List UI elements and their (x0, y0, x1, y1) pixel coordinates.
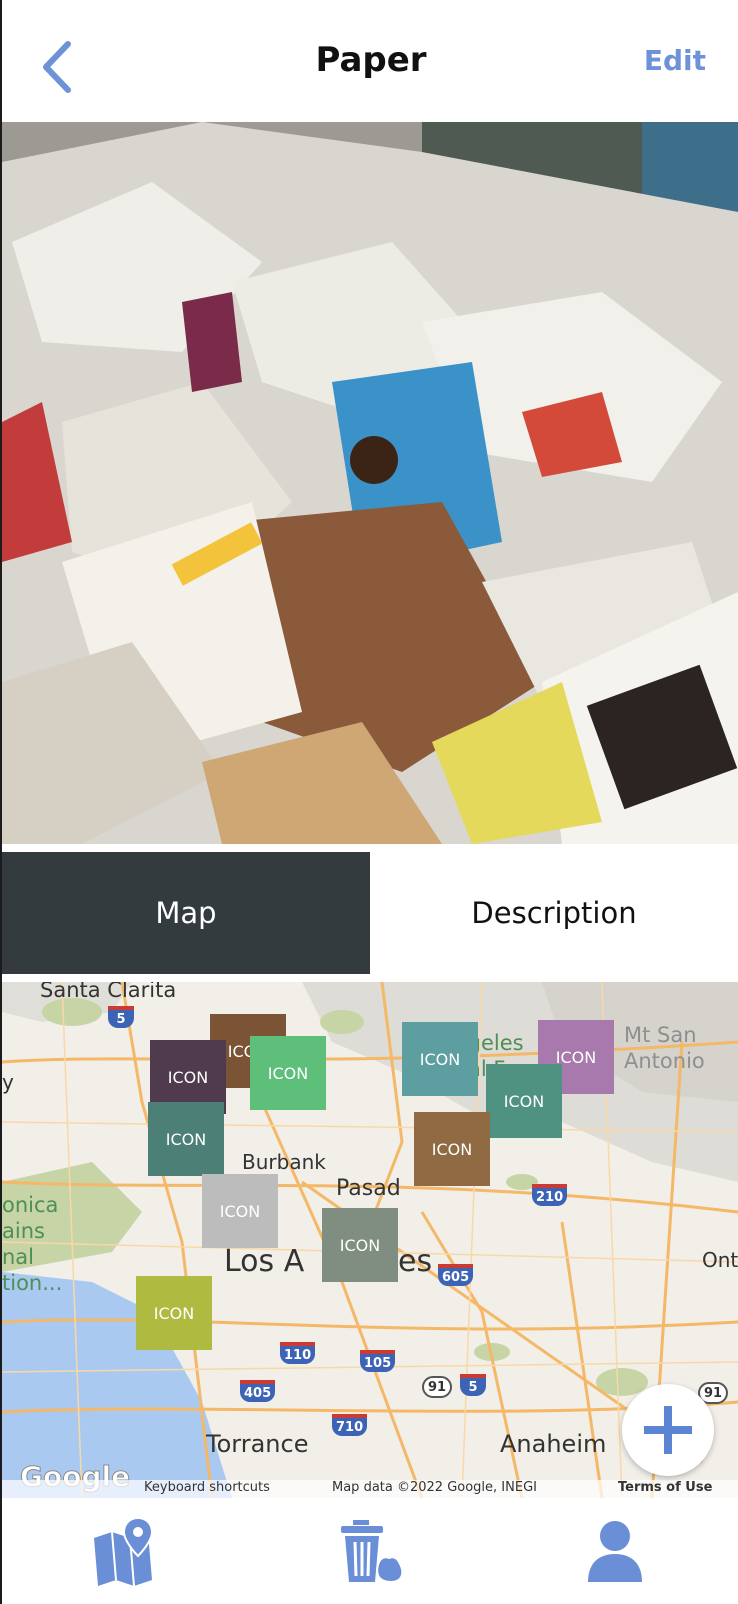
map-label-ont: Ont (702, 1248, 738, 1272)
user-icon (588, 1521, 643, 1582)
map-label-monica-line3: nal (2, 1245, 35, 1269)
bottom-nav (2, 1498, 738, 1604)
map-marker[interactable]: ICON (486, 1064, 562, 1138)
highway-shield: 210 (532, 1184, 568, 1206)
highway-shield: 710 (332, 1414, 368, 1436)
map-label-burbank: Burbank (242, 1150, 326, 1174)
map-label-mt-san-line2: Antonio (624, 1049, 705, 1073)
hero-image (2, 122, 738, 844)
map-label-y: y (2, 1070, 14, 1094)
map-label-los-angeles-1: Los A (224, 1244, 305, 1279)
map-attribution: Keyboard shortcuts Map data ©2022 Google… (2, 1480, 738, 1498)
terms-of-use-link[interactable]: Terms of Use (618, 1480, 712, 1495)
plus-icon (644, 1406, 692, 1454)
highway-shield: 605 (438, 1264, 474, 1286)
map-marker[interactable]: ICON (250, 1036, 326, 1110)
map-marker[interactable]: ICON (202, 1174, 278, 1248)
nav-profile[interactable] (570, 1506, 660, 1596)
map-label-monica: onica ains nal tion... (2, 1192, 62, 1296)
map-pin-icon (93, 1516, 153, 1586)
map-label-monica-line1: onica (2, 1193, 59, 1217)
map-marker[interactable]: ICON (148, 1102, 224, 1176)
map-marker[interactable]: ICON (322, 1208, 398, 1282)
page-title: Paper (315, 40, 427, 80)
keyboard-shortcuts-link[interactable]: Keyboard shortcuts (144, 1480, 270, 1495)
app-screen: Paper Edit Map Description Santa Clarita… (0, 0, 738, 1604)
tab-description[interactable]: Description (370, 852, 738, 974)
trash-bin-icon (340, 1520, 404, 1584)
highway-shield: 405 (240, 1380, 276, 1402)
map-label-monica-line4: tion... (2, 1271, 63, 1295)
nav-bins[interactable] (325, 1506, 415, 1596)
highway-shield: 5 (460, 1374, 486, 1396)
nav-map[interactable] (80, 1506, 170, 1596)
edit-button[interactable]: Edit (644, 44, 706, 77)
tab-map[interactable]: Map (2, 852, 370, 974)
map-data-text: Map data ©2022 Google, INEGI (332, 1480, 537, 1495)
highway-shield: 5 (108, 1006, 134, 1028)
map-label-torrance: Torrance (206, 1430, 309, 1458)
add-button[interactable] (622, 1384, 714, 1476)
map-label-santa-clarita: Santa Clarita (40, 982, 177, 1002)
map-marker[interactable]: ICON (136, 1276, 212, 1350)
map-marker[interactable]: ICON (414, 1112, 490, 1186)
header: Paper Edit (2, 0, 738, 122)
map-label-mt-san-line1: Mt San (624, 1023, 697, 1047)
highway-shield: 91 (422, 1376, 453, 1398)
highway-shield: 110 (280, 1342, 316, 1364)
map-label-los-angeles-2: es (398, 1244, 433, 1279)
paper-pile-photo (2, 122, 738, 844)
map-label-monica-line2: ains (2, 1219, 45, 1243)
segmented-tabs: Map Description (2, 852, 738, 974)
map-marker[interactable]: ICON (402, 1022, 478, 1096)
map-label-anaheim: Anaheim (500, 1430, 607, 1458)
map-label-pasadena: Pasad (336, 1176, 401, 1201)
map-label-mt-san-antonio: Mt San Antonio (624, 1022, 705, 1074)
highway-shield: 105 (360, 1350, 396, 1372)
